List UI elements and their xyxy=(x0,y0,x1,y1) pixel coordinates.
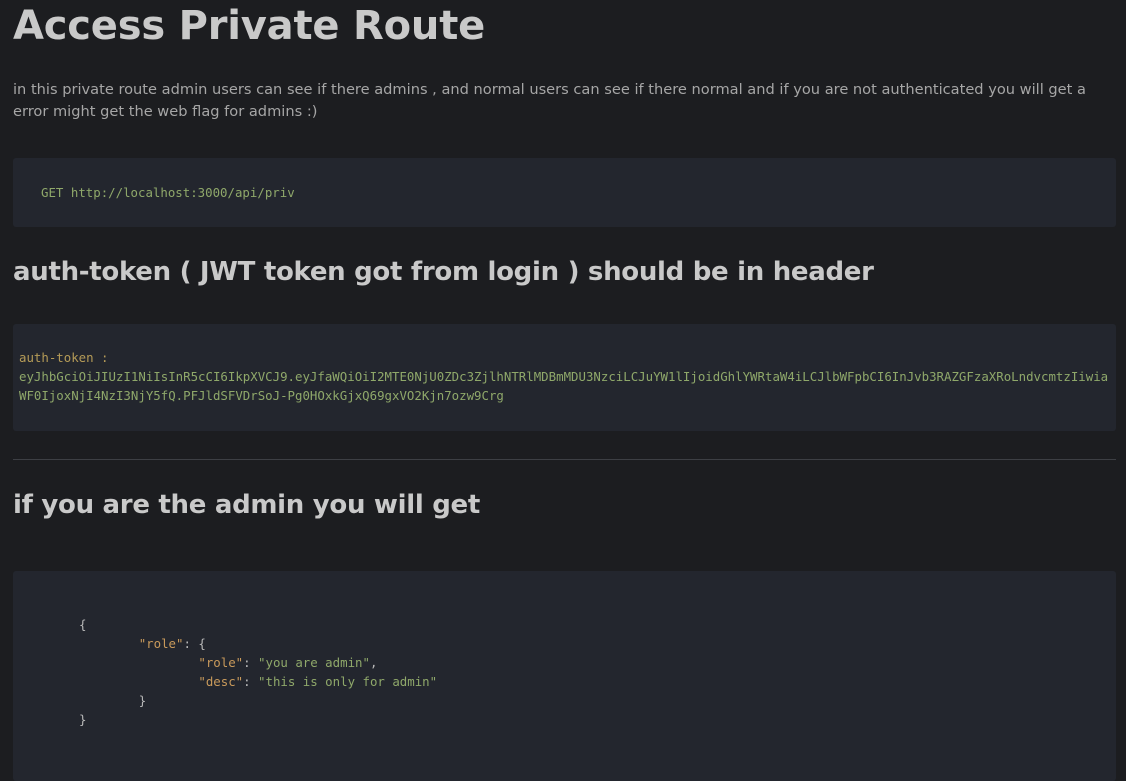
token-value: eyJhbGciOiJIUzI1NiIsInR5cCI6IkpXVCJ9.eyJ… xyxy=(19,369,1109,403)
json-desc-value: "this is only for admin" xyxy=(258,674,438,689)
json-open-brace: { xyxy=(79,617,87,632)
token-key-label: auth-token : xyxy=(19,350,109,365)
json-inner-role-value: "you are admin" xyxy=(258,655,370,670)
json-inner-role-key: "role" xyxy=(198,655,244,670)
request-code-block: GET http://localhost:3000/api/priv xyxy=(13,158,1116,227)
json-line: "desc": "this is only for admin" xyxy=(198,674,438,689)
json-role-key: "role" xyxy=(138,636,184,651)
section-divider xyxy=(13,459,1116,460)
token-code-block: auth-token : eyJhbGciOiJIUzI1NiIsInR5cCI… xyxy=(13,324,1116,431)
json-close-brace: } xyxy=(79,712,87,727)
json-line: } xyxy=(79,710,1050,729)
json-line: { xyxy=(79,615,1050,634)
json-line: "role": { xyxy=(79,634,1050,653)
json-desc-key: "desc" xyxy=(198,674,244,689)
token-heading: auth-token ( JWT token got from login ) … xyxy=(13,257,874,287)
page-title: Access Private Route xyxy=(13,3,486,49)
request-method: GET xyxy=(41,185,64,200)
json-role-open: : { xyxy=(183,636,206,651)
request-url: http://localhost:3000/api/priv xyxy=(70,185,295,200)
intro-paragraph: in this private route admin users can se… xyxy=(13,81,1086,120)
admin-response-code-block: { "role": { "role": "you are admin", "de… xyxy=(13,571,1116,781)
json-inner-close: } xyxy=(138,693,147,708)
json-line: } xyxy=(79,691,1050,710)
json-line: "role": "you are admin", xyxy=(198,655,378,670)
admin-heading: if you are the admin you will get xyxy=(13,490,480,520)
